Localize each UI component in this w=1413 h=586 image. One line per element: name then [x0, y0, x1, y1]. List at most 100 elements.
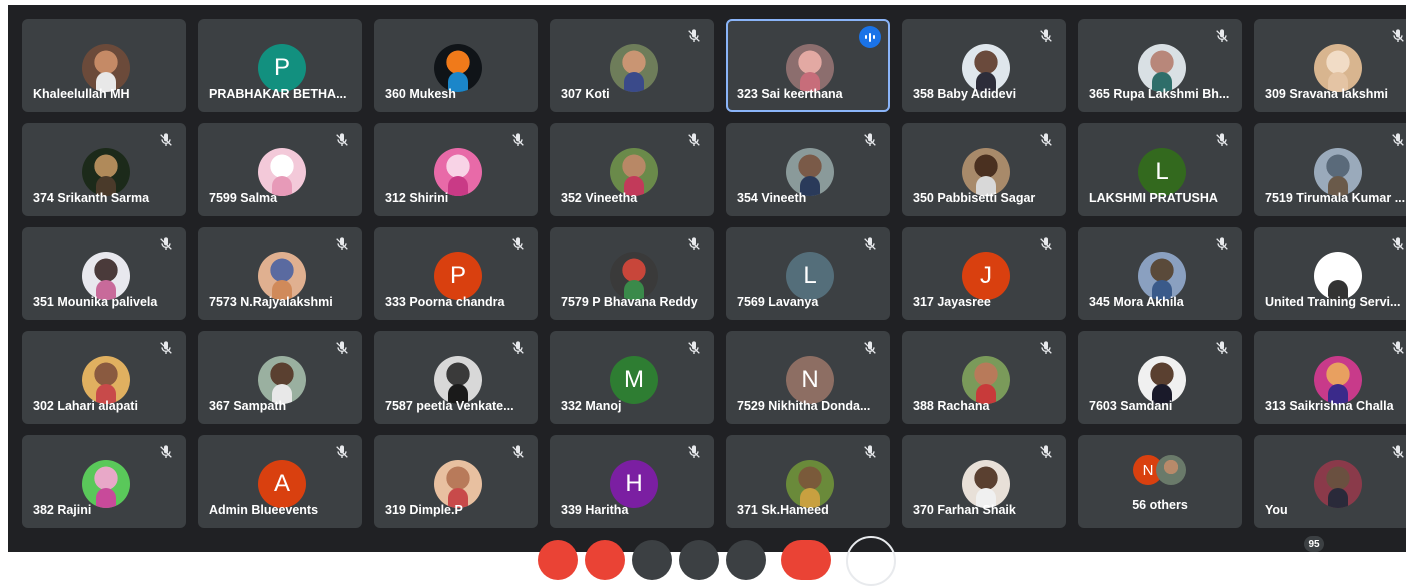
participant-tile[interactable]: M 332 Manoj [550, 331, 714, 424]
participant-tile[interactable]: You [1254, 435, 1406, 528]
mic-off-icon [1390, 132, 1406, 148]
mic-button[interactable] [538, 540, 578, 580]
avatar: L [1138, 148, 1186, 196]
mic-off-icon [158, 236, 174, 252]
participant-tile[interactable]: 313 Saikrishna Challa [1254, 331, 1406, 424]
participant-tile[interactable]: United Training Servi... [1254, 227, 1406, 320]
participant-tile[interactable]: 312 Shirini [374, 123, 538, 216]
participant-name: 7569 Lavanya [737, 295, 819, 309]
participant-tile[interactable]: 7603 Samdani [1078, 331, 1242, 424]
mic-off-icon [158, 444, 174, 460]
participant-tile[interactable]: 371 Sk.Hameed [726, 435, 890, 528]
mic-off-icon [1038, 340, 1054, 356]
mic-off-icon [862, 236, 878, 252]
raise-hand-button[interactable] [679, 540, 719, 580]
camera-button[interactable] [585, 540, 625, 580]
participant-tile[interactable]: P PRABHAKAR BETHA... [198, 19, 362, 112]
participant-tile[interactable]: 351 Mounika palivela [22, 227, 186, 320]
mic-off-icon [1390, 444, 1406, 460]
participant-tile[interactable]: 7579 P Bhavana Reddy [550, 227, 714, 320]
participant-tile[interactable]: 7573 N.Rajyalakshmi [198, 227, 362, 320]
participant-name: 332 Manoj [561, 399, 622, 413]
avatar: N [786, 356, 834, 404]
participant-name: 7587 peetla Venkate... [385, 399, 514, 413]
avatar [82, 252, 130, 300]
participant-name: 7519 Tirumala Kumar ... [1265, 191, 1406, 205]
participant-tile[interactable]: L 7569 Lavanya [726, 227, 890, 320]
mic-off-icon [510, 340, 526, 356]
participant-tile[interactable]: 352 Vineetha [550, 123, 714, 216]
participant-name: 317 Jayasree [913, 295, 991, 309]
mic-off-icon [1390, 236, 1406, 252]
participant-name: 7579 P Bhavana Reddy [561, 295, 698, 309]
participant-count-badge[interactable]: 95 [1304, 536, 1324, 552]
mic-off-icon [1214, 28, 1230, 44]
participant-tile[interactable]: 319 Dimple.P [374, 435, 538, 528]
participant-name: 7573 N.Rajyalakshmi [209, 295, 333, 309]
mic-off-icon [686, 132, 702, 148]
participant-tile[interactable]: 302 Lahari alapati [22, 331, 186, 424]
more-options-button[interactable] [846, 536, 896, 586]
present-button[interactable] [726, 540, 766, 580]
avatar [258, 356, 306, 404]
participant-tile[interactable]: J 317 Jayasree [902, 227, 1066, 320]
participant-tile[interactable]: 350 Pabbisetti Sagar [902, 123, 1066, 216]
mic-off-icon [510, 444, 526, 460]
participant-tile[interactable]: 374 Srikanth Sarma [22, 123, 186, 216]
avatar [434, 356, 482, 404]
participant-name: 370 Farhan Shaik [913, 503, 1016, 517]
participant-tile[interactable]: N 7529 Nikhitha Donda... [726, 331, 890, 424]
participant-name: 354 Vineeth [737, 191, 807, 205]
participant-tile[interactable]: 370 Farhan Shaik [902, 435, 1066, 528]
participant-tile[interactable]: L LAKSHMI PRATUSHA [1078, 123, 1242, 216]
participant-name: 358 Baby Adidevi [913, 87, 1017, 101]
participant-tile[interactable]: 309 Sravana lakshmi [1254, 19, 1406, 112]
participant-name: Khaleelullah MH [33, 87, 130, 101]
participant-tile[interactable]: 307 Koti [550, 19, 714, 112]
end-call-button[interactable] [781, 540, 831, 580]
participant-name: 382 Rajini [33, 503, 92, 517]
participant-tile[interactable]: 367 Sampath [198, 331, 362, 424]
participant-name: 309 Sravana lakshmi [1265, 87, 1388, 101]
avatar: L [786, 252, 834, 300]
participant-tile[interactable]: A Admin Blueevents [198, 435, 362, 528]
mic-off-icon [686, 236, 702, 252]
participant-tile[interactable]: H 339 Haritha [550, 435, 714, 528]
participant-name: 367 Sampath [209, 399, 287, 413]
mic-off-icon [1390, 28, 1406, 44]
participant-name: 7529 Nikhitha Donda... [737, 399, 871, 413]
participant-tile[interactable]: 354 Vineeth [726, 123, 890, 216]
avatar [1314, 252, 1362, 300]
participant-name: 56 others [1132, 498, 1188, 512]
avatar [610, 252, 658, 300]
avatar [434, 148, 482, 196]
participant-name: 388 Rachana [913, 399, 990, 413]
avatar [786, 44, 834, 92]
mic-off-icon [1214, 340, 1230, 356]
participant-tile[interactable]: 358 Baby Adidevi [902, 19, 1066, 112]
participant-tile[interactable]: N 56 others [1078, 435, 1242, 528]
avatar [786, 148, 834, 196]
participant-tile[interactable]: 7587 peetla Venkate... [374, 331, 538, 424]
participant-tile[interactable]: P 333 Poorna chandra [374, 227, 538, 320]
mic-off-icon [686, 444, 702, 460]
participant-name: 313 Saikrishna Challa [1265, 399, 1394, 413]
mic-off-icon [334, 236, 350, 252]
captions-button[interactable] [632, 540, 672, 580]
mic-off-icon [862, 132, 878, 148]
avatar [434, 460, 482, 508]
participant-tile[interactable]: 365 Rupa Lakshmi Bh... [1078, 19, 1242, 112]
participant-name: 360 Mukesh [385, 87, 456, 101]
avatar [1314, 356, 1362, 404]
participant-tile[interactable]: 360 Mukesh [374, 19, 538, 112]
participant-tile[interactable]: 7519 Tirumala Kumar ... [1254, 123, 1406, 216]
participant-tile[interactable]: 323 Sai keerthana [726, 19, 890, 112]
participant-tile[interactable]: 382 Rajini [22, 435, 186, 528]
participant-tile[interactable]: 388 Rachana [902, 331, 1066, 424]
mic-off-icon [158, 340, 174, 356]
participant-tile[interactable]: Khaleelullah MH [22, 19, 186, 112]
avatar [1314, 460, 1362, 508]
participant-tile[interactable]: 345 Mora Akhila [1078, 227, 1242, 320]
participant-tile[interactable]: 7599 Salma [198, 123, 362, 216]
avatar: A [258, 460, 306, 508]
